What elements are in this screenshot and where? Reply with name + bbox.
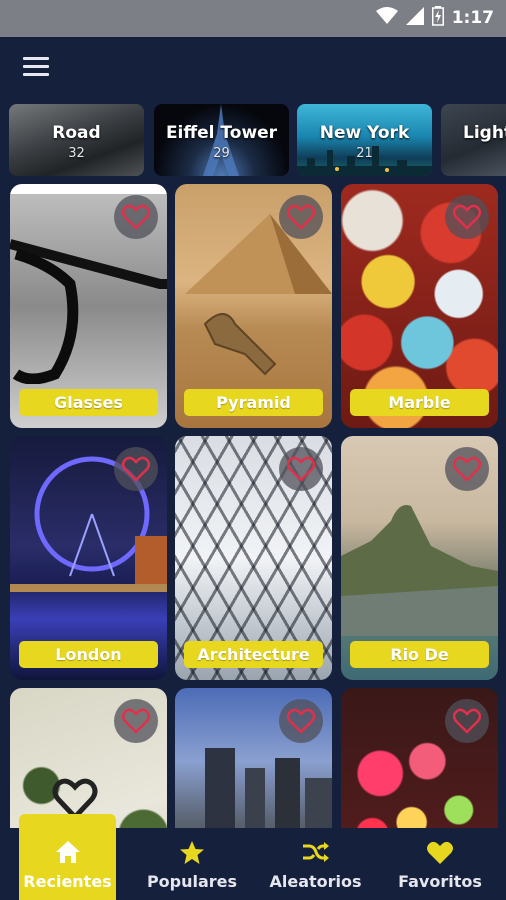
category-count: 32 [68, 146, 85, 161]
wallpaper-tile-london[interactable]: London [10, 436, 167, 680]
wallpaper-title: Marble [350, 389, 489, 416]
wallpaper-title: Glasses [19, 389, 158, 416]
wifi-icon [375, 7, 398, 29]
wallpaper-tile-city[interactable] [175, 688, 332, 828]
wallpaper-tile-pyramid[interactable]: Pyramid [175, 184, 332, 428]
heart-outline-icon [122, 204, 150, 230]
favorite-button[interactable] [114, 699, 158, 743]
wallpaper-tile-hearts-clover[interactable] [10, 688, 167, 828]
heart-outline-icon [122, 708, 150, 734]
category-name: Light [463, 123, 506, 143]
category-card-light[interactable]: Light [441, 104, 506, 176]
category-strip[interactable]: Road 32 Eiffel Tower 29 New York 21 Ligh… [0, 100, 506, 178]
wallpaper-tile-architecture[interactable]: Architecture [175, 436, 332, 680]
category-count: 21 [356, 146, 373, 161]
nav-item-recientes[interactable]: Recientes [19, 814, 116, 900]
category-name: Road [52, 123, 101, 143]
wallpaper-tile-marble[interactable]: Marble [341, 184, 498, 428]
heart-icon [426, 838, 454, 866]
heart-outline-icon [453, 456, 481, 482]
category-card-new-york[interactable]: New York 21 [297, 104, 432, 176]
heart-outline-icon [453, 204, 481, 230]
nav-label: Favoritos [398, 872, 482, 891]
wallpaper-title: London [19, 641, 158, 668]
nav-label: Aleatorios [269, 872, 362, 891]
wallpaper-title: Rio De [350, 641, 489, 668]
favorite-button[interactable] [279, 699, 323, 743]
status-icons: 1:17 [375, 6, 494, 30]
wallpaper-tile-glasses[interactable]: Glasses [10, 184, 167, 428]
battery-icon [431, 6, 444, 30]
favorite-button[interactable] [279, 195, 323, 239]
favorite-button[interactable] [114, 447, 158, 491]
category-name: Eiffel Tower [165, 123, 278, 143]
wallpaper-title: Architecture [184, 641, 323, 668]
favorite-button[interactable] [114, 195, 158, 239]
hamburger-menu-icon[interactable] [20, 53, 52, 83]
nav-label: Populares [146, 872, 238, 891]
app-bar [0, 37, 506, 99]
wallpaper-title: Pyramid [184, 389, 323, 416]
heart-outline-icon [287, 456, 315, 482]
signal-icon [405, 7, 424, 29]
nav-item-favoritos[interactable]: Favoritos [394, 828, 486, 900]
bottom-navigation: Recientes Populares Aleatorios Favoritos [0, 814, 506, 900]
heart-outline-icon [287, 708, 315, 734]
favorite-button[interactable] [279, 447, 323, 491]
category-card-road[interactable]: Road 32 [9, 104, 144, 176]
favorite-button[interactable] [445, 195, 489, 239]
heart-outline-icon [453, 708, 481, 734]
category-card-eiffel-tower[interactable]: Eiffel Tower 29 [154, 104, 289, 176]
favorite-button[interactable] [445, 699, 489, 743]
wallpaper-tile-rio-de[interactable]: Rio De [341, 436, 498, 680]
heart-outline-icon [287, 204, 315, 230]
nav-item-aleatorios[interactable]: Aleatorios [268, 828, 363, 900]
nav-label: Recientes [23, 872, 112, 891]
star-icon [179, 838, 205, 866]
wallpaper-grid: Glasses Pyramid Marble London Architectu… [0, 182, 506, 828]
status-time: 1:17 [451, 8, 494, 28]
favorite-button[interactable] [445, 447, 489, 491]
wallpaper-tile-bokeh-hearts[interactable] [341, 688, 498, 828]
shuffle-icon [302, 838, 330, 866]
category-name: New York [319, 123, 410, 143]
status-bar: 1:17 [0, 0, 506, 37]
heart-outline-icon [122, 456, 150, 482]
category-count: 29 [213, 146, 230, 161]
home-icon [55, 838, 81, 866]
nav-item-populares[interactable]: Populares [142, 828, 242, 900]
